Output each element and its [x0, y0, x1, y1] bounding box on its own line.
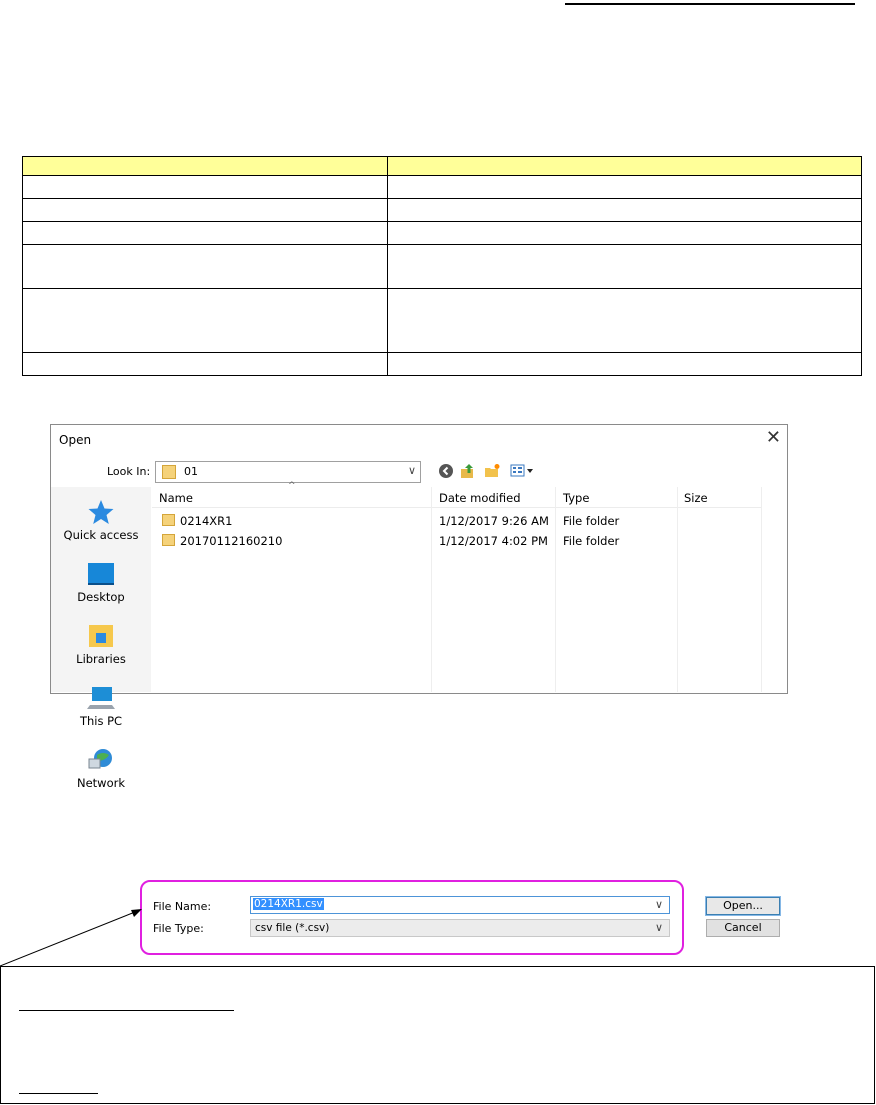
callout-underline: [19, 1093, 98, 1094]
callout-underline: [19, 1010, 234, 1011]
callout-box: [0, 966, 875, 1104]
callout-arrow: [0, 909, 142, 967]
